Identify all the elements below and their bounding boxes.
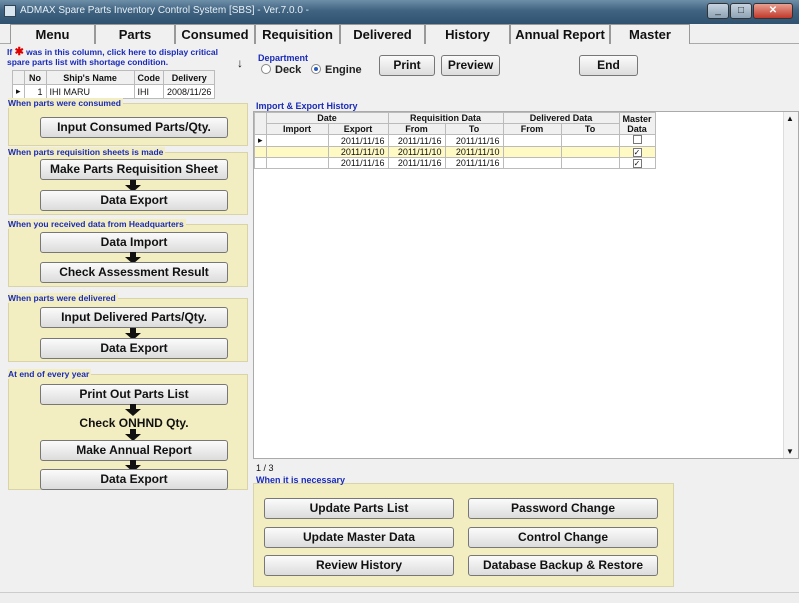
close-button[interactable]: ✕	[753, 3, 793, 19]
radio-dot-selected-icon	[311, 64, 321, 74]
history-col-delivered: Delivered Data	[502, 112, 620, 124]
tab-delivered[interactable]: Delivered	[340, 24, 425, 44]
scroll-up-icon[interactable]: ▲	[786, 114, 794, 123]
vertical-scrollbar[interactable]: ▲ ▼	[783, 112, 798, 458]
down-arrow-icon: ↓	[237, 56, 243, 70]
radio-deck[interactable]: Deck	[261, 64, 301, 76]
ship-table: No Ship's Name Code Delivery ▸ 1 IHI MAR…	[12, 70, 216, 99]
password-change-button[interactable]: Password Change	[468, 498, 658, 519]
preview-button[interactable]: Preview	[441, 55, 500, 76]
ship-col-no: No	[23, 70, 47, 85]
main-tab-bar: Menu Parts Consumed Requisition Delivere…	[0, 24, 799, 44]
master-checkbox[interactable]	[632, 135, 642, 144]
window-title: ADMAX Spare Parts Inventory Control Syst…	[20, 5, 310, 16]
down-arrow-icon	[125, 404, 141, 416]
delivered-section-label: When parts were delivered	[8, 293, 118, 303]
check-onhnd-text: Check ONHND Qty.	[79, 416, 189, 430]
ship-col-name: Ship's Name	[45, 70, 135, 85]
radio-dot-icon	[261, 64, 271, 74]
end-button[interactable]: End	[579, 55, 638, 76]
control-change-button[interactable]: Control Change	[468, 527, 658, 548]
make-requisition-button[interactable]: Make Parts Requisition Sheet	[40, 159, 228, 180]
row-pointer-icon: ▸	[254, 134, 267, 147]
page-counter: 1 / 3	[256, 463, 274, 473]
ship-col-code: Code	[133, 70, 165, 85]
tab-history[interactable]: History	[425, 24, 510, 44]
input-delivered-button[interactable]: Input Delivered Parts/Qty.	[40, 307, 228, 328]
headquarters-section-label: When you received data from Headquarters	[8, 219, 186, 229]
delivered-export-button[interactable]: Data Export	[40, 338, 228, 359]
review-history-button[interactable]: Review History	[264, 555, 454, 576]
table-row[interactable]: 2011/11/10 2011/11/10 2011/11/10 ✓	[254, 146, 656, 158]
update-master-data-button[interactable]: Update Master Data	[264, 527, 454, 548]
title-bar: ADMAX Spare Parts Inventory Control Syst…	[0, 0, 799, 24]
ship-col-delivery: Delivery	[163, 70, 216, 85]
status-bar	[0, 592, 799, 603]
history-col-date: Date	[265, 112, 389, 124]
history-table: Date Requisition Data Delivered Data Mas…	[254, 112, 656, 169]
tab-parts[interactable]: Parts	[95, 24, 175, 44]
maximize-button[interactable]: □	[730, 3, 752, 19]
year-end-section-label: At end of every year	[8, 369, 92, 379]
tab-menu[interactable]: Menu	[10, 24, 95, 44]
critical-parts-note[interactable]: If ✱ was in this column, click here to d…	[7, 47, 237, 68]
master-checkbox[interactable]: ✓	[632, 148, 642, 157]
check-assessment-button[interactable]: Check Assessment Result	[40, 262, 228, 283]
history-grid: Date Requisition Data Delivered Data Mas…	[253, 111, 799, 459]
data-import-button[interactable]: Data Import	[40, 232, 228, 253]
minimize-button[interactable]: _	[707, 3, 729, 19]
print-button[interactable]: Print	[379, 55, 435, 76]
scroll-down-icon[interactable]: ▼	[786, 447, 794, 456]
table-row[interactable]: 2011/11/16 2011/11/16 2011/11/16 ✓	[254, 157, 656, 169]
history-col-requisition: Requisition Data	[387, 112, 504, 124]
department-label: Department	[258, 53, 309, 63]
row-pointer-icon: ▸	[12, 84, 25, 99]
radio-engine[interactable]: Engine	[311, 64, 362, 76]
app-icon	[4, 5, 16, 17]
tab-requisition[interactable]: Requisition	[255, 24, 340, 44]
tab-annual-report[interactable]: Annual Report	[510, 24, 610, 44]
update-parts-list-button[interactable]: Update Parts List	[264, 498, 454, 519]
requisition-export-button[interactable]: Data Export	[40, 190, 228, 211]
input-consumed-button[interactable]: Input Consumed Parts/Qty.	[40, 117, 228, 138]
requisition-section-label: When parts requisition sheets is made	[8, 147, 166, 157]
history-col-master: Master Data	[618, 112, 656, 135]
consumed-section-label: When parts were consumed	[8, 98, 123, 108]
print-parts-list-button[interactable]: Print Out Parts List	[40, 384, 228, 405]
necessary-section-label: When it is necessary	[256, 475, 346, 485]
table-row[interactable]: ▸ 2011/11/16 2011/11/16 2011/11/16	[254, 134, 656, 147]
master-checkbox[interactable]: ✓	[632, 159, 642, 168]
table-row[interactable]: ▸ 1 IHI MARU IHI 2008/11/26	[12, 84, 216, 99]
make-annual-report-button[interactable]: Make Annual Report	[40, 440, 228, 461]
history-label: Import & Export History	[256, 101, 358, 111]
annual-export-button[interactable]: Data Export	[40, 469, 228, 490]
database-backup-button[interactable]: Database Backup & Restore	[468, 555, 658, 576]
tab-consumed[interactable]: Consumed	[175, 24, 255, 44]
tab-master[interactable]: Master	[610, 24, 690, 44]
